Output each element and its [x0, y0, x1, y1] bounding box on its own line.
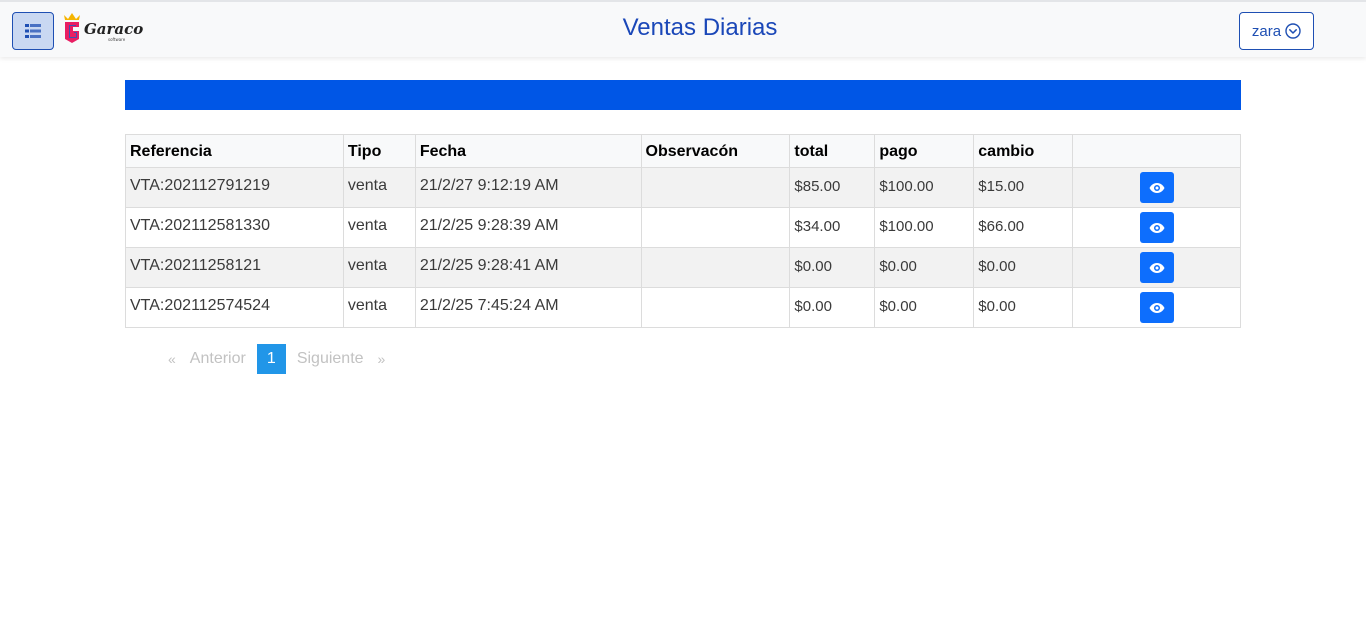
cell-referencia: VTA:202112791219 — [125, 167, 344, 208]
cell-total: $0.00 — [789, 247, 876, 288]
user-menu-button[interactable]: zara — [1239, 12, 1314, 50]
cell-pago: $0.00 — [874, 247, 975, 288]
cell-observacion — [640, 207, 791, 248]
chevron-circle-down-icon — [1285, 23, 1301, 39]
content-banner — [125, 80, 1241, 110]
pagination-prev-arrow[interactable]: « — [160, 351, 184, 367]
eye-icon — [1149, 222, 1165, 233]
cell-observacion — [640, 287, 791, 328]
column-header-observacion: Observacón — [640, 134, 791, 168]
column-header-fecha: Fecha — [414, 134, 642, 168]
cell-cambio: $15.00 — [973, 167, 1074, 208]
view-sale-button[interactable] — [1139, 252, 1174, 283]
column-header-actions — [1072, 134, 1241, 168]
cell-referencia: VTA:202112581330 — [125, 207, 344, 248]
pagination-next-link[interactable]: Siguiente — [291, 350, 370, 368]
cell-fecha: 21/2/25 9:28:41 AM — [414, 247, 642, 288]
cell-fecha: 21/2/27 9:12:19 AM — [414, 167, 642, 208]
table-row: VTA:20211258121 venta 21/2/25 9:28:41 AM… — [125, 247, 1241, 288]
cell-pago: $0.00 — [874, 287, 975, 328]
table-header-row: Referencia Tipo Fecha Observacón total p… — [125, 134, 1241, 168]
pagination-next-arrow[interactable]: » — [370, 351, 394, 367]
pagination-page-current[interactable]: 1 — [256, 344, 286, 374]
cell-actions — [1072, 167, 1241, 208]
cell-pago: $100.00 — [874, 207, 975, 248]
cell-referencia: VTA:20211258121 — [125, 247, 344, 288]
pagination: « Anterior 1 Siguiente » — [160, 344, 393, 374]
cell-observacion — [640, 247, 791, 288]
cell-tipo: venta — [342, 207, 416, 248]
cell-pago: $100.00 — [874, 167, 975, 208]
top-navbar: Garaco software Ventas Diarias zara — [0, 0, 1366, 57]
cell-observacion — [640, 167, 791, 208]
cell-fecha: 21/2/25 9:28:39 AM — [414, 207, 642, 248]
column-header-total: total — [789, 134, 876, 168]
view-sale-button[interactable] — [1139, 172, 1174, 203]
table-row: VTA:202112574524 venta 21/2/25 7:45:24 A… — [125, 287, 1241, 328]
view-sale-button[interactable] — [1139, 292, 1174, 323]
cell-tipo: venta — [342, 287, 416, 328]
column-header-tipo: Tipo — [342, 134, 416, 168]
view-sale-button[interactable] — [1139, 212, 1174, 243]
cell-total: $85.00 — [789, 167, 876, 208]
page-title: Ventas Diarias — [622, 14, 778, 41]
cell-cambio: $66.00 — [973, 207, 1074, 248]
sales-table: Referencia Tipo Fecha Observacón total p… — [125, 134, 1241, 328]
eye-icon — [1149, 182, 1165, 193]
column-header-referencia: Referencia — [125, 134, 344, 168]
user-name-label: zara — [1251, 22, 1282, 40]
cell-tipo: venta — [342, 167, 416, 208]
cell-total: $34.00 — [789, 207, 876, 248]
eye-icon — [1149, 262, 1165, 273]
cell-cambio: $0.00 — [973, 247, 1074, 288]
pagination-prev-link[interactable]: Anterior — [184, 350, 252, 368]
cell-cambio: $0.00 — [973, 287, 1074, 328]
table-row: VTA:202112791219 venta 21/2/27 9:12:19 A… — [125, 167, 1241, 208]
cell-tipo: venta — [342, 247, 416, 288]
eye-icon — [1149, 302, 1165, 313]
cell-actions — [1072, 287, 1241, 328]
cell-fecha: 21/2/25 7:45:24 AM — [414, 287, 642, 328]
column-header-pago: pago — [874, 134, 975, 168]
cell-total: $0.00 — [789, 287, 876, 328]
cell-referencia: VTA:202112574524 — [125, 287, 344, 328]
cell-actions — [1072, 247, 1241, 288]
table-row: VTA:202112581330 venta 21/2/25 9:28:39 A… — [125, 207, 1241, 248]
cell-actions — [1072, 207, 1241, 248]
column-header-cambio: cambio — [973, 134, 1074, 168]
